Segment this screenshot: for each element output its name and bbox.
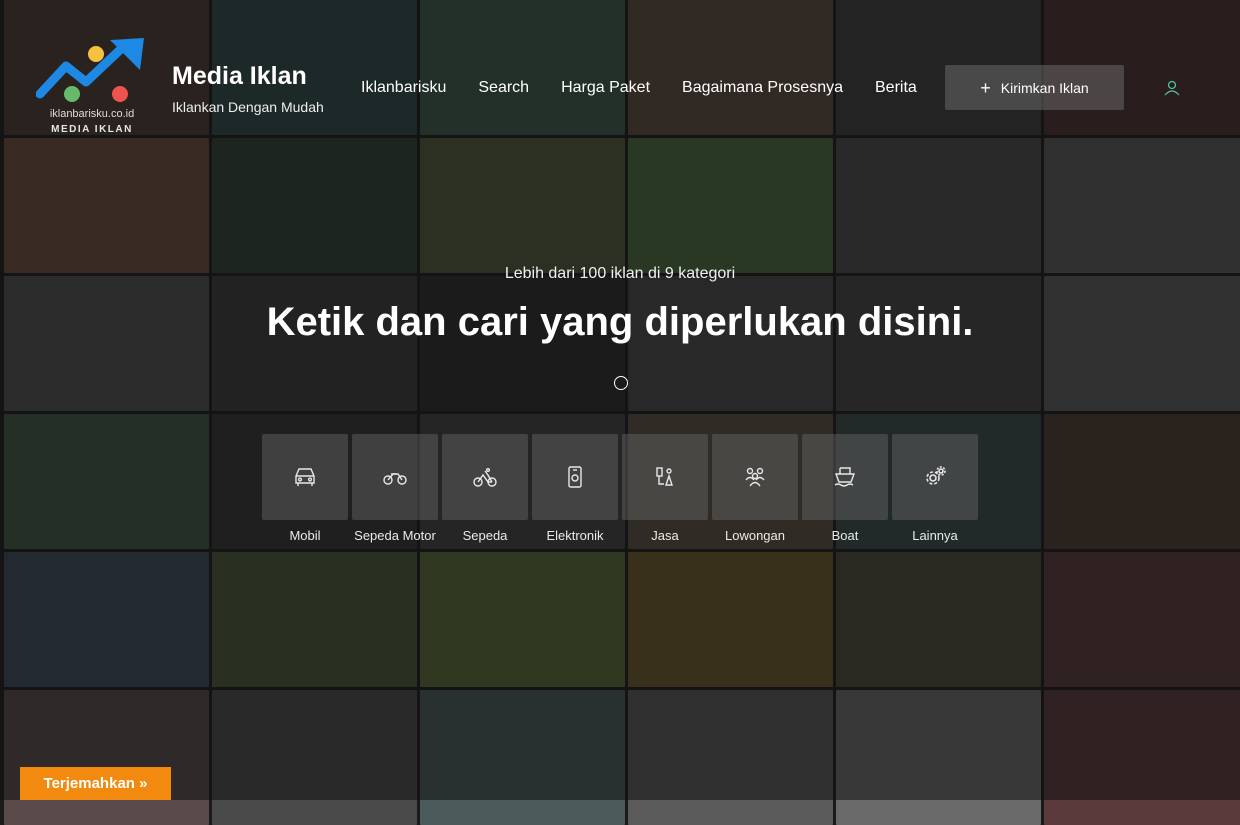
category-label: Lainnya	[912, 528, 958, 543]
user-icon[interactable]	[1163, 79, 1181, 97]
category-tile[interactable]	[712, 434, 798, 520]
category-list: Mobil Sepeda Motor Sepeda Elektronik Jas…	[262, 434, 978, 543]
category-label: Boat	[831, 528, 859, 543]
post-ad-button[interactable]: + Kirimkan Iklan	[945, 65, 1124, 110]
category-tile[interactable]	[802, 434, 888, 520]
category-tile[interactable]	[442, 434, 528, 520]
category-label: Sepeda	[462, 528, 508, 543]
people-icon	[745, 467, 765, 487]
category-sepeda[interactable]: Sepeda	[442, 434, 528, 543]
logo-subtitle: MEDIA IKLAN	[51, 124, 133, 135]
loading-ring-icon	[614, 376, 628, 390]
nav-item-search[interactable]: Search	[462, 76, 545, 100]
category-boat[interactable]: Boat	[802, 434, 888, 543]
category-jasa[interactable]: Jasa	[622, 434, 708, 543]
logo-icon[interactable]	[36, 36, 148, 108]
category-tile[interactable]	[262, 434, 348, 520]
category-label: Sepeda Motor	[354, 528, 436, 543]
category-sepeda-motor[interactable]: Sepeda Motor	[352, 434, 438, 543]
nav-item-iklanbarisku[interactable]: Iklanbarisku	[345, 76, 462, 100]
category-lainnya[interactable]: Lainnya	[892, 434, 978, 543]
boat-icon	[834, 467, 856, 487]
site-tagline: Iklankan Dengan Mudah	[172, 99, 324, 115]
site-title[interactable]: Media Iklan	[172, 62, 307, 91]
phone-icon	[568, 466, 582, 488]
hero-title: Ketik dan cari yang diperlukan disini.	[266, 300, 974, 344]
category-lowongan[interactable]: Lowongan	[712, 434, 798, 543]
nav-item-harga-paket[interactable]: Harga Paket	[545, 76, 666, 100]
service-icon	[656, 467, 673, 486]
category-label: Jasa	[651, 528, 679, 543]
category-elektronik[interactable]: Elektronik	[532, 434, 618, 543]
nav-item-berita[interactable]: Berita	[859, 76, 933, 100]
category-mobil[interactable]: Mobil	[262, 434, 348, 543]
site-header: iklanbarisku.co.id MEDIA IKLAN Media Ikl…	[0, 0, 1240, 140]
category-tile[interactable]	[892, 434, 978, 520]
category-tile[interactable]	[622, 434, 708, 520]
logo-domain: iklanbarisku.co.id	[49, 108, 135, 120]
post-ad-label: Kirimkan Iklan	[1000, 79, 1089, 96]
hero-subtitle: Lebih dari 100 iklan di 9 kategori	[504, 265, 736, 282]
motorcycle-icon	[383, 473, 407, 485]
translate-button[interactable]: Terjemahkan »	[20, 767, 171, 800]
plus-icon: +	[980, 77, 991, 98]
category-label: Elektronik	[546, 528, 604, 543]
category-tile[interactable]	[352, 434, 438, 520]
nav-item-bagaimana-prosesnya[interactable]: Bagaimana Prosesnya	[666, 76, 859, 100]
car-icon	[295, 468, 315, 486]
category-tile[interactable]	[532, 434, 618, 520]
main-nav: Iklanbarisku Search Harga Paket Bagaiman…	[345, 76, 933, 100]
category-label: Lowongan	[725, 528, 785, 543]
category-label: Mobil	[289, 528, 321, 543]
bicycle-icon	[473, 467, 497, 487]
gears-icon	[926, 466, 946, 485]
